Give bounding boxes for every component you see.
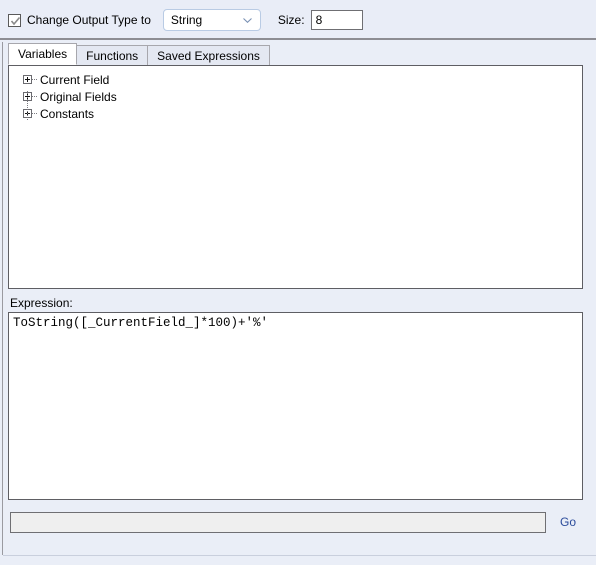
output-type-options-bar: Change Output Type to String Size: xyxy=(0,0,596,40)
tree-item-current-field[interactable]: Current Field xyxy=(9,72,582,87)
bottom-divider xyxy=(3,555,596,556)
tree-connector-icon xyxy=(32,96,38,97)
change-output-type-checkbox[interactable] xyxy=(8,13,21,27)
change-output-type-label: Change Output Type to xyxy=(27,13,151,27)
size-label: Size: xyxy=(277,13,305,27)
tree-vertical-connector xyxy=(27,91,28,121)
tree-connector-icon xyxy=(32,79,38,80)
search-input[interactable] xyxy=(10,512,546,533)
tab-saved-expressions-label: Saved Expressions xyxy=(157,48,260,63)
tab-saved-expressions[interactable]: Saved Expressions xyxy=(147,45,270,65)
tree-item-original-fields[interactable]: Original Fields xyxy=(9,89,582,104)
output-type-select-value: String xyxy=(170,13,203,27)
tab-variables-label: Variables xyxy=(18,47,68,61)
go-button[interactable]: Go xyxy=(560,515,576,529)
tree-item-constants[interactable]: Constants xyxy=(9,106,582,121)
tab-functions-label: Functions xyxy=(86,48,139,63)
output-type-select[interactable]: String xyxy=(162,9,261,31)
tab-variables[interactable]: Variables xyxy=(8,43,78,65)
expression-text: ToString([_CurrentField_]*100)+'%' xyxy=(13,316,269,330)
variables-tree-panel[interactable]: Current Field Original Fields Constants xyxy=(8,65,583,289)
chevron-down-icon xyxy=(242,18,252,23)
expression-editor[interactable]: ToString([_CurrentField_]*100)+'%' xyxy=(8,312,583,500)
tree-item-constants-label: Constants xyxy=(40,106,95,121)
panel-left-divider xyxy=(2,42,3,555)
tree-item-current-field-label: Current Field xyxy=(40,72,110,87)
check-icon xyxy=(10,16,21,25)
tree-item-original-fields-label: Original Fields xyxy=(40,89,117,104)
plus-icon[interactable] xyxy=(23,75,32,84)
output-type-controls: Change Output Type to String Size: xyxy=(8,9,363,31)
tab-functions[interactable]: Functions xyxy=(76,45,149,65)
tree-connector-icon xyxy=(32,113,38,114)
expression-editor-panel: Variables Functions Saved Expressions Cu… xyxy=(0,40,596,565)
expression-label: Expression: xyxy=(10,296,73,310)
size-input[interactable] xyxy=(310,10,363,30)
editor-tab-strip: Variables Functions Saved Expressions xyxy=(8,43,270,65)
